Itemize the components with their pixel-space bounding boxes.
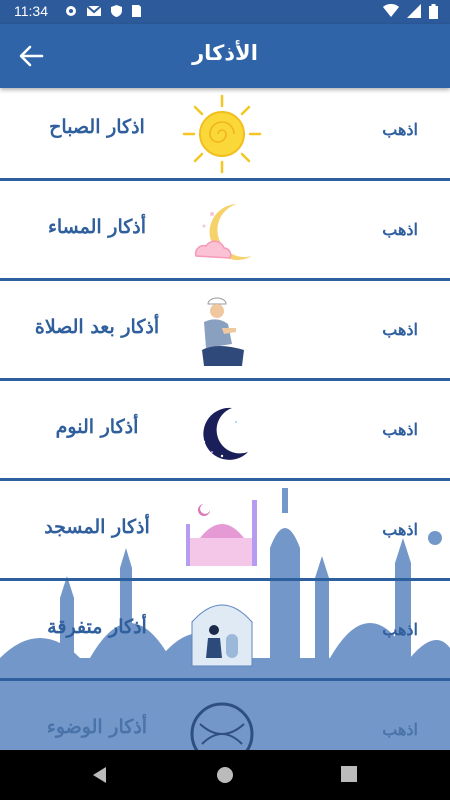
mosque-icon [186, 500, 257, 566]
list-item-label: اذكار الصباح [49, 116, 145, 138]
list-item-label: أذكار بعد الصلاة [34, 316, 160, 338]
go-button[interactable]: اذهب [382, 420, 418, 439]
status-time: 11:34 [14, 3, 48, 19]
divider [0, 678, 450, 681]
moon-clouds-icon [194, 204, 252, 260]
go-button[interactable]: اذهب [382, 120, 418, 139]
divider [0, 478, 450, 481]
list-item[interactable]: أذكار المسجد اذهب [0, 488, 450, 580]
divider [0, 378, 450, 381]
crescent-moon-icon [202, 407, 248, 460]
adhkar-list: اذكار الصباح اذهب أذكار المساء اذهب أذكا… [0, 88, 450, 750]
system-nav-bar [0, 750, 450, 800]
recents-nav-icon[interactable] [340, 765, 358, 783]
go-button[interactable]: اذهب [382, 220, 418, 239]
page-title: الأذكار [192, 41, 258, 65]
list-item-label: أذكار المساء [47, 216, 147, 238]
sim-card-icon [132, 5, 141, 17]
wifi-icon [383, 4, 399, 17]
go-button[interactable]: اذهب [382, 620, 418, 639]
home-nav-icon[interactable] [215, 765, 235, 785]
app-bar: الأذكار [0, 24, 450, 88]
list-item[interactable]: أذكار النوم اذهب [0, 388, 450, 480]
status-bar: 11:34 [0, 0, 450, 24]
shield-icon [111, 5, 122, 17]
list-item[interactable]: اذكار الصباح اذهب [0, 88, 450, 180]
divider [0, 178, 450, 181]
praying-man-icon [202, 297, 244, 366]
wudu-icon [190, 702, 254, 750]
list-item-label: أذكار الوضوء [46, 716, 148, 738]
list-item[interactable]: أذكار المساء اذهب [0, 188, 450, 280]
go-button[interactable]: اذهب [382, 320, 418, 339]
list-item-label: أذكار متفرقة [47, 616, 147, 638]
go-button[interactable]: اذهب [382, 720, 418, 739]
signal-icon [407, 4, 421, 18]
list-item-label: أذكار النوم [55, 416, 139, 438]
battery-icon [429, 4, 438, 19]
list-item[interactable]: أذكار الوضوء اذهب [0, 688, 450, 750]
list-item[interactable]: أذكار متفرقة اذهب [0, 588, 450, 680]
sun-icon [182, 94, 262, 174]
list-item-label: أذكار المسجد [44, 516, 150, 538]
settings-icon [66, 6, 76, 16]
list-item[interactable]: أذكار بعد الصلاة اذهب [0, 288, 450, 380]
man-at-mosque-icon [191, 604, 253, 667]
divider [0, 578, 450, 581]
go-button[interactable]: اذهب [382, 520, 418, 539]
divider [0, 278, 450, 281]
gmail-icon [86, 5, 102, 16]
back-nav-icon[interactable] [90, 765, 108, 785]
